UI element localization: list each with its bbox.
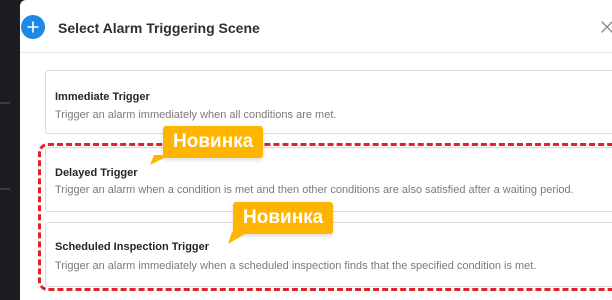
new-badge: Новинка xyxy=(233,202,334,234)
option-description: Trigger an alarm immediately when all co… xyxy=(55,109,337,121)
new-badge: Новинка xyxy=(163,126,264,158)
plus-icon xyxy=(27,21,39,33)
sidebar-line xyxy=(0,188,10,190)
dialog-title: Select Alarm Triggering Scene xyxy=(58,20,260,36)
option-immediate-trigger[interactable]: Immediate Trigger Trigger an alarm immed… xyxy=(45,70,612,134)
close-icon[interactable] xyxy=(600,20,612,34)
add-button[interactable] xyxy=(21,15,45,39)
background-sidebar xyxy=(0,0,20,300)
badge-pointer xyxy=(150,155,170,165)
sidebar-line xyxy=(0,102,10,104)
badge-pointer xyxy=(228,232,248,244)
header-divider xyxy=(20,52,612,53)
option-title: Immediate Trigger xyxy=(55,91,150,103)
